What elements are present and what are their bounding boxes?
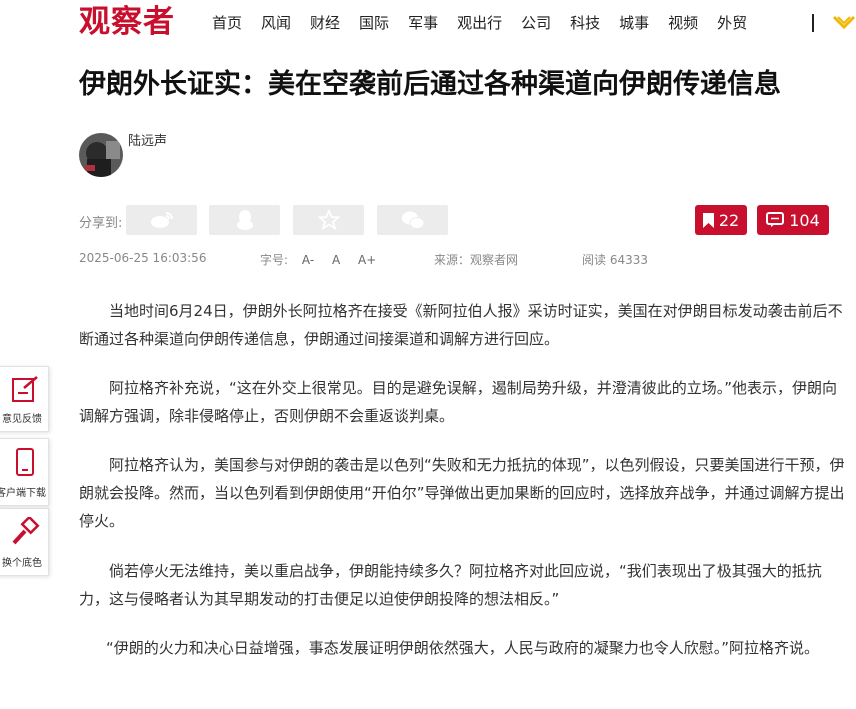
share-wechat-button[interactable] [377, 205, 448, 235]
share-weibo-button[interactable] [126, 205, 197, 235]
feedback-button[interactable]: 意见反馈 [0, 366, 49, 432]
publish-time: 2025-06-25 16:03:56 [79, 251, 207, 265]
font-size-control: 字号: A- A A+ [260, 251, 376, 268]
article-source: 来源：观察者网 [434, 253, 519, 267]
feedback-icon [12, 376, 38, 402]
font-increase-button[interactable]: A+ [358, 253, 376, 267]
feedback-label: 意见反馈 [2, 414, 42, 425]
nav-item-military[interactable]: 军事 [408, 12, 438, 34]
nav-item-home[interactable]: 首页 [212, 12, 242, 34]
app-download-button[interactable]: 客户端下载 [0, 438, 49, 506]
nav-more-icon[interactable] [832, 13, 856, 33]
star-icon [317, 209, 340, 231]
paint-brush-icon [12, 517, 40, 545]
app-download-label: 客户端下载 [0, 488, 46, 499]
nav-item-travel[interactable]: 观出行 [457, 12, 502, 34]
article-title: 伊朗外长证实：美在空袭前后通过各种渠道向伊朗传递信息 [79, 69, 781, 100]
qq-icon [236, 210, 253, 230]
font-size-label: 字号: [260, 253, 289, 267]
weibo-icon [150, 212, 173, 228]
article-paragraph: “伊朗的火力和决心日益增强，事态发展证明伊朗依然强大，人民与政府的凝聚力也令人欣… [106, 639, 820, 657]
nav-item-tech[interactable]: 科技 [570, 12, 600, 34]
author-name[interactable]: 陆远声 [128, 130, 167, 149]
view-count: 阅读 64333 [582, 253, 648, 267]
share-qq-button[interactable] [209, 205, 280, 235]
main-nav: 首页 风闻 财经 国际 军事 观出行 公司 科技 城事 视频 外贸 [212, 12, 766, 34]
author-avatar[interactable] [79, 133, 123, 177]
change-background-label: 换个底色 [2, 558, 42, 569]
article-paragraph: 阿拉格齐补充说，“这在外交上很常见。目的是避免误解，遏制局势升级，并澄清彼此的立… [79, 379, 838, 425]
nav-item-trade[interactable]: 外贸 [717, 12, 747, 34]
article-paragraph: 当地时间6月24日，伊朗外长阿拉格齐在接受《新阿拉伯人报》采访时证实，美国在对伊… [79, 302, 843, 348]
nav-item-video[interactable]: 视频 [668, 12, 698, 34]
share-qzone-button[interactable] [293, 205, 364, 235]
bookmark-button[interactable]: 22 [695, 205, 747, 235]
nav-divider [812, 14, 814, 32]
bookmark-count: 22 [718, 210, 740, 230]
article-paragraph: 倘若停火无法维持，美以重启战争，伊朗能持续多久？阿拉格齐对此回应说，“我们表现出… [79, 562, 822, 608]
wechat-icon [401, 211, 424, 229]
comment-count: 104 [789, 210, 820, 230]
comment-button[interactable]: 104 [757, 205, 829, 235]
site-logo[interactable]: 观察者 [79, 3, 175, 41]
nav-item-fengwen[interactable]: 风闻 [261, 12, 291, 34]
nav-item-international[interactable]: 国际 [359, 12, 389, 34]
phone-icon [16, 448, 34, 476]
article-paragraph: 阿拉格齐认为，美国参与对伊朗的袭击是以色列“失败和无力抵抗的体现”，以色列假设，… [79, 456, 845, 530]
nav-item-finance[interactable]: 财经 [310, 12, 340, 34]
bookmark-icon [702, 212, 714, 228]
font-normal-button[interactable]: A [332, 253, 340, 267]
change-background-button[interactable]: 换个底色 [0, 508, 49, 576]
comment-icon [766, 212, 785, 227]
font-decrease-button[interactable]: A- [302, 253, 314, 267]
nav-item-city[interactable]: 城事 [619, 12, 649, 34]
share-label: 分享到: [79, 216, 123, 231]
nav-item-company[interactable]: 公司 [521, 12, 551, 34]
